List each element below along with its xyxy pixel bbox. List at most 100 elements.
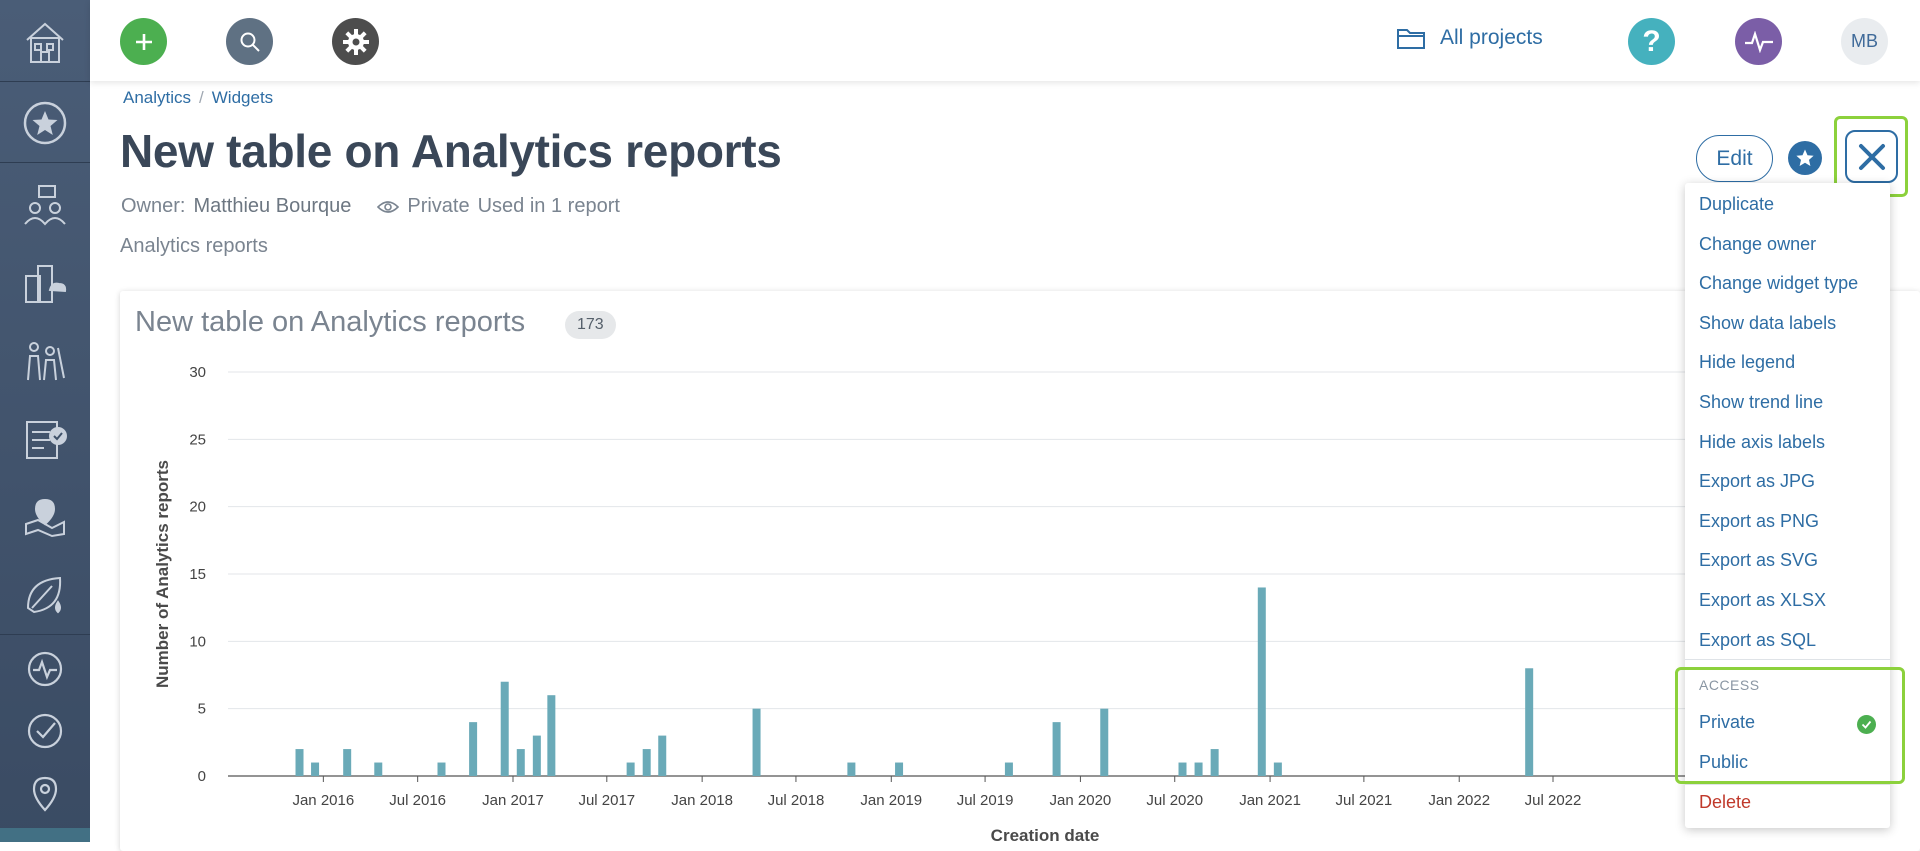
- menu-item-export-as-jpg[interactable]: Export as JPG: [1699, 471, 1815, 492]
- menu-item-export-as-png[interactable]: Export as PNG: [1699, 511, 1819, 532]
- bar: [1004, 762, 1013, 776]
- bar: [500, 681, 509, 776]
- help-button[interactable]: ?: [1628, 18, 1675, 65]
- x-tick-label: Jul 2021: [1336, 792, 1393, 809]
- map-pin-icon: [25, 498, 65, 538]
- bar: [311, 762, 320, 776]
- bar: [374, 762, 383, 776]
- menu-item-delete[interactable]: Delete: [1699, 792, 1751, 813]
- buildings-cloud-icon: [25, 265, 67, 303]
- sidebar-item-map[interactable]: [0, 478, 90, 556]
- eye-icon: [377, 200, 400, 213]
- bar: [1194, 762, 1203, 776]
- sidebar-item-environment[interactable]: [0, 556, 90, 634]
- rail-footer: [0, 828, 90, 842]
- bar: [658, 735, 667, 776]
- help-icon: ?: [1642, 24, 1661, 58]
- user-avatar[interactable]: MB: [1841, 18, 1888, 65]
- sidebar-item-home[interactable]: [0, 3, 90, 81]
- pulse-icon: [1744, 30, 1773, 53]
- bar: [532, 735, 541, 776]
- menu-item-duplicate[interactable]: Duplicate: [1699, 194, 1774, 215]
- bar-chart: 0 5 10 15 20 25 30 Jan 2016 Jul 2016 Jan 2017 Jul …: [153, 364, 1695, 845]
- bar: [626, 762, 635, 776]
- menu-item-show-trend-line[interactable]: Show trend line: [1699, 392, 1823, 413]
- bar: [1100, 708, 1109, 776]
- menu-item-export-as-xlsx[interactable]: Export as XLSX: [1699, 590, 1826, 611]
- add-button[interactable]: [120, 18, 167, 65]
- activity-button[interactable]: [1735, 18, 1782, 65]
- menu-item-export-as-sql[interactable]: Export as SQL: [1699, 630, 1816, 651]
- x-tick-label: Jul 2019: [957, 792, 1014, 809]
- y-tick-label: 20: [189, 499, 206, 516]
- x-tick-label: Jul 2016: [389, 792, 446, 809]
- y-axis-label: Number of Analytics reports: [153, 460, 172, 688]
- menu-item-change-widget-type[interactable]: Change widget type: [1699, 273, 1858, 294]
- bar: [295, 749, 304, 776]
- sidebar-item-tasks[interactable]: [0, 400, 90, 478]
- y-tick-label: 25: [189, 431, 206, 448]
- page-title: New table on Analytics reports: [120, 125, 782, 177]
- search-button[interactable]: [226, 18, 273, 65]
- all-projects-link[interactable]: All projects: [1396, 26, 1543, 50]
- breadcrumb: Analytics / Widgets: [123, 88, 273, 108]
- x-tick-label: Jan 2021: [1239, 792, 1301, 809]
- favorite-button[interactable]: [1788, 141, 1822, 175]
- folder-icon: [1397, 29, 1425, 49]
- x-tick-label: Jan 2016: [292, 792, 354, 809]
- plus-icon: [135, 33, 152, 50]
- left-sidebar: [0, 0, 90, 842]
- menu-item-export-as-svg[interactable]: Export as SVG: [1699, 550, 1818, 571]
- menu-item-hide-legend[interactable]: Hide legend: [1699, 352, 1795, 373]
- edit-button[interactable]: Edit: [1696, 135, 1773, 182]
- star-icon: [23, 101, 67, 145]
- close-button[interactable]: [1845, 130, 1898, 183]
- x-tick-label: Jan 2020: [1050, 792, 1112, 809]
- sidebar-item-buildings[interactable]: [0, 244, 90, 322]
- x-tick-label: Jul 2017: [578, 792, 635, 809]
- x-tick-label: Jan 2022: [1428, 792, 1490, 809]
- menu-item-change-owner[interactable]: Change owner: [1699, 234, 1816, 255]
- avatar-initials: MB: [1851, 31, 1878, 51]
- y-tick-label: 30: [189, 364, 206, 381]
- bar: [847, 762, 856, 776]
- widget-meta: Owner: Matthieu Bourque Private Used in …: [121, 195, 620, 218]
- record-count-badge: 173: [565, 311, 616, 339]
- location-icon: [32, 776, 58, 812]
- menu-item-hide-axis-labels[interactable]: Hide axis labels: [1699, 432, 1825, 453]
- sidebar-item-locations[interactable]: [0, 755, 90, 833]
- bar: [895, 762, 904, 776]
- bar: [343, 749, 352, 776]
- sidebar-item-meetings[interactable]: [0, 166, 90, 244]
- bar: [642, 749, 651, 776]
- bar: [547, 695, 556, 776]
- y-tick-label: 0: [198, 768, 206, 785]
- star-icon: [1796, 149, 1814, 166]
- breadcrumb-analytics[interactable]: Analytics: [123, 88, 191, 107]
- x-tick-label: Jul 2018: [768, 792, 825, 809]
- close-icon: [1858, 143, 1885, 170]
- breadcrumb-widgets[interactable]: Widgets: [212, 88, 273, 107]
- bar: [437, 762, 446, 776]
- x-tick-label: Jul 2020: [1146, 792, 1203, 809]
- usage-count: Used in 1 report: [477, 195, 620, 217]
- x-tick-label: Jul 2022: [1525, 792, 1582, 809]
- bar: [1257, 587, 1266, 776]
- pulse-icon: [27, 651, 63, 687]
- x-tick-label: Jan 2017: [482, 792, 544, 809]
- x-tick-label: Jan 2018: [671, 792, 733, 809]
- chart-card: 0 5 10 15 20 25 30 Jan 2016 Jul 2016 Jan 2017 Jul …: [120, 291, 1920, 851]
- family-icon: [27, 342, 65, 381]
- owner-label: Owner:: [121, 195, 186, 217]
- bar: [1525, 668, 1534, 776]
- menu-item-show-data-labels[interactable]: Show data labels: [1699, 313, 1836, 334]
- access-section-highlight: [1675, 667, 1905, 784]
- home-icon: [26, 22, 64, 63]
- sidebar-item-favorites[interactable]: [0, 84, 90, 162]
- settings-button[interactable]: [332, 18, 379, 65]
- clipboard-check-icon: [26, 421, 67, 459]
- gear-icon: [342, 28, 369, 55]
- check-circle-icon: [27, 713, 63, 749]
- sidebar-item-families[interactable]: [0, 322, 90, 400]
- breadcrumb-separator: /: [199, 88, 204, 107]
